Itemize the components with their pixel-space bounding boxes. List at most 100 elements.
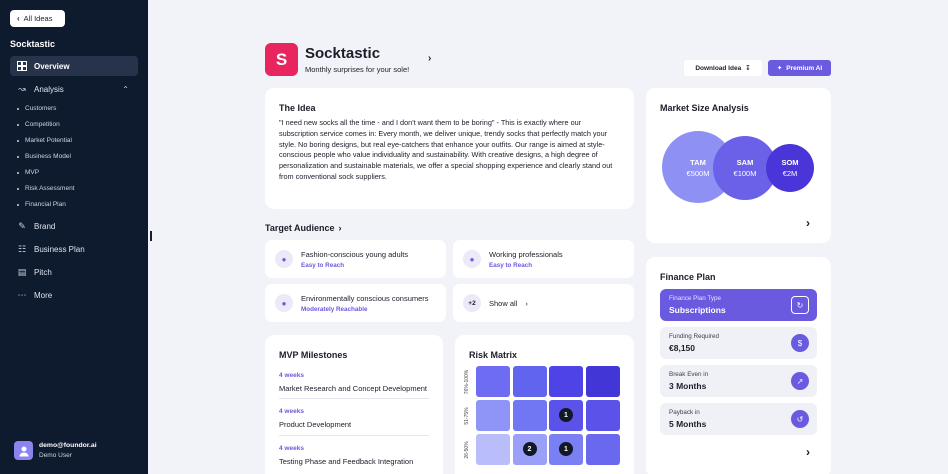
sidebar-subitem-market-potential[interactable]: Market Potential bbox=[17, 137, 72, 144]
chevron-right-icon[interactable]: › bbox=[806, 445, 810, 459]
sidebar-item-pitch[interactable]: ▤ Pitch bbox=[10, 262, 138, 282]
sidebar-item-label: More bbox=[34, 290, 53, 300]
milestone-item[interactable]: 4 weeks Product Development bbox=[279, 408, 429, 429]
risk-cell[interactable] bbox=[585, 434, 620, 465]
som-label: SOM €2M bbox=[770, 158, 810, 178]
finance-item-value: €8,150 bbox=[669, 343, 695, 353]
risk-cell[interactable] bbox=[585, 400, 620, 431]
risk-cell[interactable] bbox=[512, 366, 547, 397]
show-all-label: Show all bbox=[489, 298, 518, 308]
audience-name: Environmentally conscious consumers bbox=[301, 293, 429, 303]
download-icon: ↧ bbox=[745, 65, 751, 72]
risk-cell[interactable] bbox=[476, 434, 510, 465]
more-dots-icon: ⋯ bbox=[17, 289, 27, 300]
sam-label: SAM €100M bbox=[723, 158, 767, 178]
tam-value: €500M bbox=[686, 169, 710, 178]
sidebar-item-more[interactable]: ⋯ More bbox=[10, 285, 138, 305]
app-name: Socktastic bbox=[10, 39, 56, 49]
bullet-icon bbox=[17, 203, 19, 206]
market-size-card: Market Size Analysis TAM €500M SAM €100M S… bbox=[646, 88, 831, 243]
finance-item-label: Payback in bbox=[669, 409, 700, 416]
premium-ai-button[interactable]: ✦ Premium AI bbox=[768, 60, 831, 76]
brand-icon: ✎ bbox=[18, 220, 26, 231]
audience-card[interactable]: ● Environmentally conscious consumers Mod… bbox=[265, 284, 446, 322]
sidebar-item-brand[interactable]: ✎ Brand bbox=[10, 216, 138, 236]
milestone-name: Market Research and Concept Development bbox=[279, 384, 427, 393]
divider bbox=[279, 435, 429, 436]
audience-reach: Easy to Reach bbox=[301, 261, 345, 269]
sidebar-item-label: Business Plan bbox=[34, 244, 85, 254]
bullet-icon bbox=[17, 171, 19, 174]
sidebar-item-label: Pitch bbox=[34, 267, 52, 277]
audience-card[interactable]: ● Working professionals Easy to Reach bbox=[453, 240, 634, 278]
audience-card[interactable]: ● Fashion-conscious young adults Easy to … bbox=[265, 240, 446, 278]
sidebar-subitem-mvp[interactable]: MVP bbox=[17, 169, 39, 176]
risk-cell[interactable] bbox=[512, 400, 547, 431]
grid-icon bbox=[17, 61, 27, 71]
bullet-icon bbox=[17, 187, 19, 190]
sidebar-item-business-plan[interactable]: ☷ Business Plan bbox=[10, 239, 138, 259]
chevron-left-icon: ‹ bbox=[17, 14, 20, 23]
finance-item-payback[interactable]: Payback in 5 Months ↺ bbox=[660, 403, 817, 435]
sidebar-item-analysis[interactable]: ↝ Analysis ⌃ bbox=[10, 79, 138, 99]
idea-logo: S bbox=[265, 43, 298, 76]
sidebar-subitem-business-model[interactable]: Business Model bbox=[17, 153, 71, 160]
risk-cell[interactable] bbox=[549, 366, 583, 397]
milestone-name: Testing Phase and Feedback Integration bbox=[279, 457, 414, 466]
sidebar-subitem-competition[interactable]: Competition bbox=[17, 121, 60, 128]
finance-item-break-even[interactable]: Break Even in 3 Months ↗ bbox=[660, 365, 817, 397]
risk-marker[interactable]: 1 bbox=[559, 408, 573, 422]
avatar bbox=[14, 441, 33, 460]
premium-label: Premium AI bbox=[786, 64, 823, 72]
milestone-weeks: 4 weeks bbox=[279, 408, 304, 415]
sidebar-subitem-financial-plan[interactable]: Financial Plan bbox=[17, 201, 66, 208]
sidebar-subitem-risk-assessment[interactable]: Risk Assessment bbox=[17, 185, 75, 192]
mvp-milestones-title: MVP Milestones bbox=[279, 350, 348, 360]
people-icon: ● bbox=[275, 294, 293, 312]
risk-cell[interactable] bbox=[585, 366, 620, 397]
finance-item-label: Funding Required bbox=[669, 333, 720, 340]
sidebar-subitem-customers[interactable]: Customers bbox=[17, 105, 56, 112]
finance-item-type[interactable]: Finance Plan Type Subscriptions ↻ bbox=[660, 289, 817, 321]
risk-matrix-card: Risk Matrix 76%-100% 51-75% 26-50% 1 2 1 bbox=[455, 335, 634, 474]
more-count-badge: +2 bbox=[463, 294, 481, 312]
milestone-item[interactable]: 4 weeks Market Research and Concept Deve… bbox=[279, 372, 429, 393]
sidebar-item-label: Brand bbox=[34, 221, 56, 231]
audience-name: Working professionals bbox=[489, 249, 563, 259]
sidebar-item-overview[interactable]: Overview bbox=[10, 56, 138, 76]
user-email: demo@foundor.ai bbox=[39, 442, 97, 449]
sidebar-item-label: Analysis bbox=[34, 84, 64, 94]
chevron-right-icon: › bbox=[525, 298, 528, 308]
idea-card: The Idea "I need new socks all the time … bbox=[265, 88, 634, 209]
risk-cell[interactable] bbox=[476, 366, 510, 397]
divider bbox=[279, 398, 429, 399]
risk-marker[interactable]: 1 bbox=[559, 442, 573, 456]
download-idea-button[interactable]: Download Idea ↧ bbox=[684, 60, 762, 76]
audience-reach: Moderately Reachable bbox=[301, 305, 368, 313]
risk-row-label: 76%-100% bbox=[464, 369, 470, 395]
bullet-icon bbox=[17, 107, 19, 110]
sidebar: ‹ All Ideas Socktastic Overview ↝ Analys… bbox=[0, 0, 148, 474]
risk-marker[interactable]: 2 bbox=[522, 442, 537, 456]
tam-name: TAM bbox=[690, 158, 706, 167]
show-all-audience-button[interactable]: +2 Show all › bbox=[453, 284, 634, 322]
milestone-item[interactable]: 4 weeks Testing Phase and Feedback Integ… bbox=[279, 445, 429, 466]
sidebar-resize-handle[interactable] bbox=[150, 231, 152, 241]
som-name: SOM bbox=[781, 158, 799, 167]
chevron-right-icon: › bbox=[338, 223, 342, 233]
subitem-label: Risk Assessment bbox=[25, 185, 75, 192]
user-profile[interactable]: demo@foundor.ai Demo User bbox=[14, 441, 97, 460]
user-role: Demo User bbox=[39, 452, 72, 459]
chevron-right-icon[interactable]: › bbox=[428, 53, 431, 64]
finance-item-funding[interactable]: Funding Required €8,150 $ bbox=[660, 327, 817, 359]
target-audience-link[interactable]: Target Audience › bbox=[265, 223, 342, 233]
chevron-right-icon[interactable]: › bbox=[806, 216, 810, 230]
audience-reach: Easy to Reach bbox=[489, 261, 533, 269]
download-label: Download Idea bbox=[695, 64, 742, 72]
all-ideas-button[interactable]: ‹ All Ideas bbox=[10, 10, 65, 27]
subitem-label: Business Model bbox=[25, 153, 71, 160]
subitem-label: Competition bbox=[25, 121, 60, 128]
people-icon: ● bbox=[463, 250, 481, 268]
sidebar-item-label: Overview bbox=[34, 61, 70, 71]
risk-cell[interactable] bbox=[476, 400, 510, 431]
